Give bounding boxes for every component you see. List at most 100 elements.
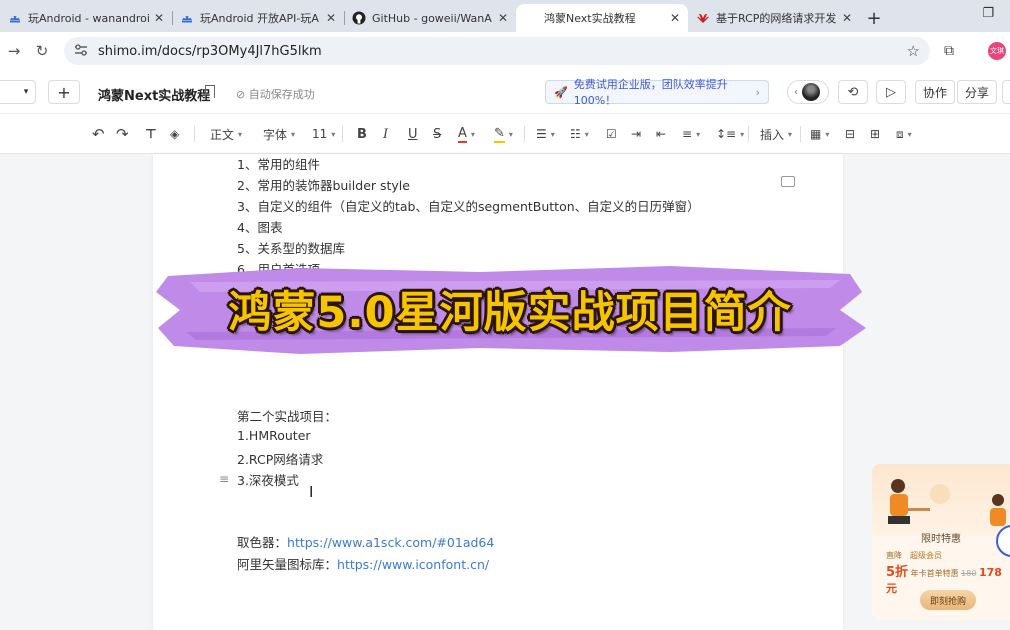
tab-rcp[interactable]: 基于RCP的网络请求开发 ✕ — [688, 4, 860, 32]
chevron-left-icon: ‹ — [794, 86, 798, 98]
tab-title: 基于RCP的网络请求开发 — [716, 12, 837, 25]
clear-format-icon[interactable]: ◈ — [170, 126, 179, 142]
title-banner: 鸿蒙5.0星河版实战项目简介 — [150, 262, 870, 356]
huawei-icon — [696, 11, 710, 25]
chevron-down-icon: ▾ — [23, 87, 29, 97]
format-painter-icon[interactable]: ⊤ — [145, 126, 157, 142]
underline-icon[interactable]: U — [408, 126, 418, 142]
highlight-icon[interactable]: ✎ ▾ — [494, 126, 513, 143]
checklist-icon[interactable]: ☑ — [606, 126, 617, 142]
outdent-icon[interactable]: ⇤ — [656, 126, 666, 142]
extensions-icon[interactable]: ⧉ — [944, 43, 954, 59]
close-icon[interactable]: ✕ — [842, 11, 852, 25]
iconfont-line: 阿里矢量图标库：https://www.iconfont.cn/ — [237, 557, 490, 572]
text-cursor-icon: I — [309, 483, 314, 501]
ad-title: 限时特惠 — [921, 534, 961, 545]
color-picker-line: 取色器：https://www.a1sck.com/#01ad64 — [237, 535, 495, 550]
promo-banner[interactable]: 🚀 免费试用企业版，团队效率提升100%！ › — [545, 78, 769, 107]
text-color-icon[interactable]: A ▾ — [458, 126, 475, 143]
more-tools-icon[interactable]: ⧈ ▾ — [896, 126, 912, 142]
browser-tab-bar: 玩Android - wanandroi ✕ 玩Android 开放API-玩A… — [0, 0, 1010, 32]
undo-icon[interactable]: ↶ — [92, 125, 105, 143]
promo-ad-card[interactable]: 限时特惠 直降 超级会员 5折 年卡首单特惠 180 178元 即刻抢购 — [872, 464, 1010, 620]
ordered-list-icon[interactable]: ☰ ▾ — [536, 126, 555, 142]
tab-title: 玩Android 开放API-玩A — [200, 12, 319, 25]
doc-page[interactable]: 1、常用的组件 2、常用的装饰器builder style 3、自定义的组件（自… — [153, 154, 843, 630]
line-height-icon[interactable]: ↕≡ ▾ — [716, 126, 744, 142]
present-button[interactable]: ▷ — [876, 80, 906, 104]
doc-line: 1.HMRouter — [237, 428, 311, 443]
avatar — [802, 83, 820, 101]
format-toolbar: ↶ ↷ ⊤ ◈ 正文 ▾ 字体 ▾ 11 ▾ B I U S A ▾ ✎ ▾ ☰ ▾ ☷ ▾ … — [0, 114, 1010, 154]
close-icon[interactable]: ✕ — [670, 11, 680, 25]
restore-window-icon[interactable]: ❐ — [982, 6, 994, 21]
doc-area: 1、常用的组件 2、常用的装饰器builder style 3、自定义的组件（自… — [0, 154, 1010, 630]
redo-icon[interactable]: ↷ — [116, 125, 129, 143]
ad-illustration — [872, 464, 1010, 536]
tab-title: 玩Android - wanandroi — [28, 12, 150, 25]
share-button[interactable]: 分享 — [957, 80, 997, 104]
comment-add-icon[interactable]: ⊞ — [870, 126, 880, 142]
doc-line: 4、图表 — [237, 220, 283, 235]
iconfont-link[interactable]: https://www.iconfont.cn/ — [337, 557, 489, 572]
tab-wanandroid[interactable]: 玩Android - wanandroi ✕ — [0, 4, 172, 32]
doc-line: 第二个实战项目： — [237, 409, 338, 424]
insert-menu[interactable]: 插入 ▾ — [760, 126, 792, 142]
check-circle-icon: ⊘ — [236, 88, 246, 101]
doc-line: 1、常用的组件 — [237, 157, 320, 172]
doc-header: ▾ + 鸿蒙Next实战教程 ⊘ 自动保存成功 🚀 免费试用企业版，团队效率提升… — [0, 70, 1010, 114]
doc-line: 3、自定义的组件（自定义的tab、自定义的segmentButton、自定义的日… — [237, 199, 700, 214]
url-input[interactable]: shimo.im/docs/rp3OMy4Jl7hG5lkm ☆ — [64, 37, 930, 65]
tab-github[interactable]: GitHub - goweii/WanA ✕ — [344, 4, 516, 32]
bullet-list-icon[interactable]: ☷ ▾ — [570, 126, 589, 142]
color-picker-link[interactable]: https://www.a1sck.com/#01ad64 — [287, 535, 494, 550]
save-status: ⊘ 自动保存成功 — [236, 88, 315, 101]
doc-title[interactable]: 鸿蒙Next实战教程 — [98, 85, 210, 104]
history-button[interactable]: ⟲ — [838, 80, 868, 104]
doc-line: 2、常用的装饰器builder style — [237, 178, 410, 193]
template-icon[interactable]: ⊟ — [845, 126, 855, 142]
doc-line: 3.深夜模式 — [237, 473, 299, 488]
play-icon: ▷ — [886, 84, 896, 100]
new-doc-button[interactable]: + — [48, 80, 80, 104]
doc-line: 5、关系型的数据库 — [237, 241, 345, 256]
github-icon — [352, 11, 366, 25]
ad-buy-button[interactable]: 即刻抢购 — [920, 590, 976, 610]
profile-avatar[interactable]: 文琪 — [988, 42, 1006, 60]
reload-icon[interactable]: ↻ — [28, 42, 56, 60]
font-size-select[interactable]: 11 ▾ — [312, 126, 335, 142]
italic-icon[interactable]: I — [383, 126, 388, 142]
rocket-icon: 🚀 — [554, 85, 568, 99]
strikethrough-icon[interactable]: S — [433, 126, 441, 142]
url-text: shimo.im/docs/rp3OMy4Jl7hG5lkm — [98, 43, 322, 59]
table-icon[interactable]: ▦ ▾ — [810, 126, 829, 142]
forward-icon[interactable]: → — [0, 42, 28, 60]
close-icon[interactable]: ✕ — [154, 11, 164, 25]
android-icon — [180, 11, 194, 25]
promo-text: 免费试用企业版，团队效率提升100%！ — [573, 78, 728, 107]
indent-icon[interactable]: ⇥ — [631, 126, 641, 142]
close-icon[interactable]: ✕ — [326, 11, 336, 25]
bold-icon[interactable]: B — [357, 126, 367, 142]
font-family-select[interactable]: 字体 ▾ — [263, 126, 295, 142]
close-icon[interactable]: ✕ — [498, 11, 508, 25]
history-icon: ⟲ — [847, 84, 859, 100]
collaborators-avatars[interactable]: ‹ — [787, 80, 829, 104]
collab-button[interactable]: 协作 — [915, 80, 955, 104]
menu-dropdown-button[interactable]: ▾ — [0, 80, 36, 104]
drag-handle-icon[interactable]: ≡ — [219, 472, 229, 486]
tab-shimo-doc[interactable]: 鸿蒙Next实战教程 ✕ — [516, 4, 688, 32]
comment-icon[interactable] — [781, 176, 795, 187]
align-icon[interactable]: ≡ ▾ — [682, 126, 700, 142]
more-button[interactable] — [1002, 80, 1010, 104]
tab-title: 鸿蒙Next实战教程 — [544, 12, 636, 25]
paragraph-style-select[interactable]: 正文 ▾ — [210, 126, 242, 142]
banner-title: 鸿蒙5.0星河版实战项目简介 — [228, 288, 792, 338]
doc-line: 2.RCP网络请求 — [237, 452, 324, 467]
bookmark-icon[interactable] — [205, 85, 215, 98]
bookmark-star-icon[interactable]: ☆ — [907, 42, 920, 60]
new-tab-button[interactable]: + — [860, 4, 888, 32]
tab-title: GitHub - goweii/WanA — [372, 11, 492, 25]
tab-wanandroid-api[interactable]: 玩Android 开放API-玩A ✕ — [172, 4, 344, 32]
site-settings-icon[interactable] — [74, 43, 88, 59]
